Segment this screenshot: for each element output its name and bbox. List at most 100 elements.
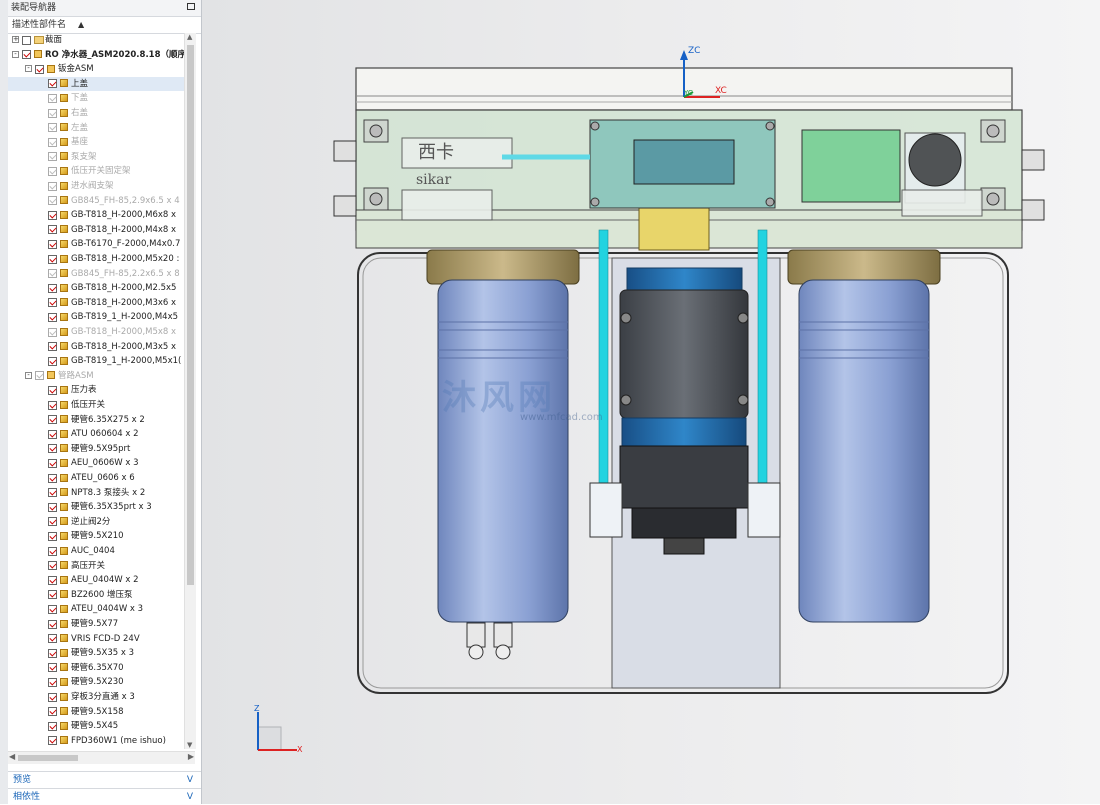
visibility-checkbox[interactable]: [48, 400, 57, 410]
tree-node[interactable]: GB-T818_H-2000,M4x8 x: [8, 223, 184, 238]
visibility-checkbox[interactable]: [48, 648, 57, 658]
tree-node[interactable]: GB-T818_H-2000,M3x5 x: [8, 340, 184, 355]
visibility-checkbox[interactable]: [48, 152, 57, 162]
tree-node[interactable]: 硬管9.5X95prt: [8, 442, 184, 457]
tree-node[interactable]: GB-T819_1_H-2000,M4x5: [8, 310, 184, 325]
tree-node[interactable]: 右盖: [8, 106, 184, 121]
visibility-checkbox[interactable]: [48, 736, 57, 746]
tree-node[interactable]: GB-T819_1_H-2000,M5x1(: [8, 354, 184, 369]
visibility-checkbox[interactable]: [48, 473, 57, 483]
tree-node[interactable]: BZ2600 增压泵: [8, 588, 184, 603]
visibility-checkbox[interactable]: [48, 604, 57, 614]
visibility-checkbox[interactable]: [48, 196, 57, 206]
tree-node[interactable]: - 钣金ASM: [8, 62, 184, 77]
tree-node[interactable]: 低压开关固定架: [8, 164, 184, 179]
visibility-checkbox[interactable]: [22, 35, 31, 45]
tree-node[interactable]: 基座: [8, 135, 184, 150]
visibility-checkbox[interactable]: [48, 415, 57, 425]
vertical-scroll-thumb[interactable]: [187, 45, 194, 585]
tree-node[interactable]: 硬管9.5X35 x 3: [8, 646, 184, 661]
visibility-checkbox[interactable]: [48, 93, 57, 103]
visibility-checkbox[interactable]: [48, 707, 57, 717]
tree-horizontal-scrollbar[interactable]: ◀ ▶: [8, 751, 195, 764]
visibility-checkbox[interactable]: [48, 634, 57, 644]
tree-node[interactable]: 穿板3分直通 x 3: [8, 690, 184, 705]
tree-node[interactable]: 左盖: [8, 121, 184, 136]
visibility-checkbox[interactable]: [48, 385, 57, 395]
tree-node[interactable]: AEU_0404W x 2: [8, 573, 184, 588]
tree-node[interactable]: 压力表: [8, 383, 184, 398]
visibility-checkbox[interactable]: [22, 50, 31, 60]
tree-node[interactable]: GB-T818_H-2000,M3x6 x: [8, 296, 184, 311]
tree-node[interactable]: GB-T6170_F-2000,M4x0.7: [8, 237, 184, 252]
tree-node[interactable]: + 截面: [8, 33, 184, 48]
tree-node[interactable]: 硬管9.5X77: [8, 617, 184, 632]
tree-node[interactable]: 硬管9.5X45: [8, 719, 184, 734]
tree-node[interactable]: 低压开关: [8, 398, 184, 413]
tree-node[interactable]: 进水阀支架: [8, 179, 184, 194]
maximize-icon[interactable]: [187, 3, 195, 10]
visibility-checkbox[interactable]: [48, 663, 57, 673]
visibility-checkbox[interactable]: [48, 502, 57, 512]
visibility-checkbox[interactable]: [48, 575, 57, 585]
visibility-checkbox[interactable]: [48, 517, 57, 527]
tree-node[interactable]: - RO 净水器_ASM2020.8.18（顺序: [8, 48, 184, 63]
tree-node[interactable]: FPD360W1 (me ishuo): [8, 734, 184, 749]
chevron-down-icon[interactable]: V: [187, 789, 193, 805]
visibility-checkbox[interactable]: [48, 254, 57, 264]
scroll-down-icon[interactable]: ▼: [187, 741, 192, 749]
scroll-left-icon[interactable]: ◀: [9, 752, 15, 761]
visibility-checkbox[interactable]: [48, 444, 57, 454]
visibility-checkbox[interactable]: [48, 488, 57, 498]
tree-node[interactable]: 硬管6.35X35prt x 3: [8, 500, 184, 515]
tree-node[interactable]: 高压开关: [8, 559, 184, 574]
tree-node[interactable]: ATEU_0404W x 3: [8, 602, 184, 617]
ro-purifier-model[interactable]: 西卡 sikar: [202, 0, 1100, 804]
visibility-checkbox[interactable]: [48, 342, 57, 352]
sort-ascending-icon[interactable]: ▲: [78, 17, 84, 33]
visibility-checkbox[interactable]: [48, 166, 57, 176]
visibility-checkbox[interactable]: [48, 692, 57, 702]
visibility-checkbox[interactable]: [48, 225, 57, 235]
tree-node[interactable]: GB845_FH-85,2.9x6.5 x 4: [8, 194, 184, 209]
tree-node[interactable]: GB-T818_H-2000,M5x8 x: [8, 325, 184, 340]
visibility-checkbox[interactable]: [48, 327, 57, 337]
visibility-checkbox[interactable]: [48, 531, 57, 541]
tree-node[interactable]: GB-T818_H-2000,M6x8 x: [8, 208, 184, 223]
tree-node[interactable]: 泵支架: [8, 150, 184, 165]
visibility-checkbox[interactable]: [48, 210, 57, 220]
horizontal-scroll-thumb[interactable]: [18, 755, 78, 761]
tree-node[interactable]: 硬管6.35X275 x 2: [8, 413, 184, 428]
tree-node[interactable]: 逆止阀2分: [8, 515, 184, 530]
visibility-checkbox[interactable]: [48, 239, 57, 249]
visibility-checkbox[interactable]: [35, 64, 44, 74]
tree-node[interactable]: 硬管9.5X230: [8, 675, 184, 690]
graphics-viewport[interactable]: 西卡 sikar ZC YC XC Z X 沐风网 www.mfcad.com: [202, 0, 1100, 804]
chevron-down-icon[interactable]: V: [187, 772, 193, 788]
collapse-icon[interactable]: -: [25, 65, 32, 73]
collapse-icon[interactable]: -: [25, 371, 32, 379]
preview-panel-header[interactable]: 预览 V: [8, 771, 201, 787]
visibility-checkbox[interactable]: [48, 590, 57, 600]
scroll-up-icon[interactable]: ▲: [187, 33, 192, 41]
collapse-icon[interactable]: -: [12, 50, 19, 58]
visibility-checkbox[interactable]: [48, 546, 57, 556]
visibility-checkbox[interactable]: [48, 429, 57, 439]
visibility-checkbox[interactable]: [35, 371, 44, 381]
tree-node[interactable]: 硬管9.5X210: [8, 529, 184, 544]
visibility-checkbox[interactable]: [48, 298, 57, 308]
tree-vertical-scrollbar[interactable]: ▲ ▼: [184, 33, 196, 749]
tree-node[interactable]: ATEU_0606 x 6: [8, 471, 184, 486]
tree-node[interactable]: GB-T818_H-2000,M5x20 :: [8, 252, 184, 267]
tree-node[interactable]: 下盖: [8, 91, 184, 106]
tree-node[interactable]: VRIS FCD-D 24V: [8, 632, 184, 647]
visibility-checkbox[interactable]: [48, 677, 57, 687]
column-header[interactable]: 描述性部件名 ▲: [8, 17, 201, 34]
visibility-checkbox[interactable]: [48, 137, 57, 147]
visibility-checkbox[interactable]: [48, 123, 57, 133]
tree-node[interactable]: ATU 060604 x 2: [8, 427, 184, 442]
visibility-checkbox[interactable]: [48, 721, 57, 731]
visibility-checkbox[interactable]: [48, 79, 57, 89]
visibility-checkbox[interactable]: [48, 458, 57, 468]
tree-node[interactable]: GB-T818_H-2000,M2.5x5: [8, 281, 184, 296]
